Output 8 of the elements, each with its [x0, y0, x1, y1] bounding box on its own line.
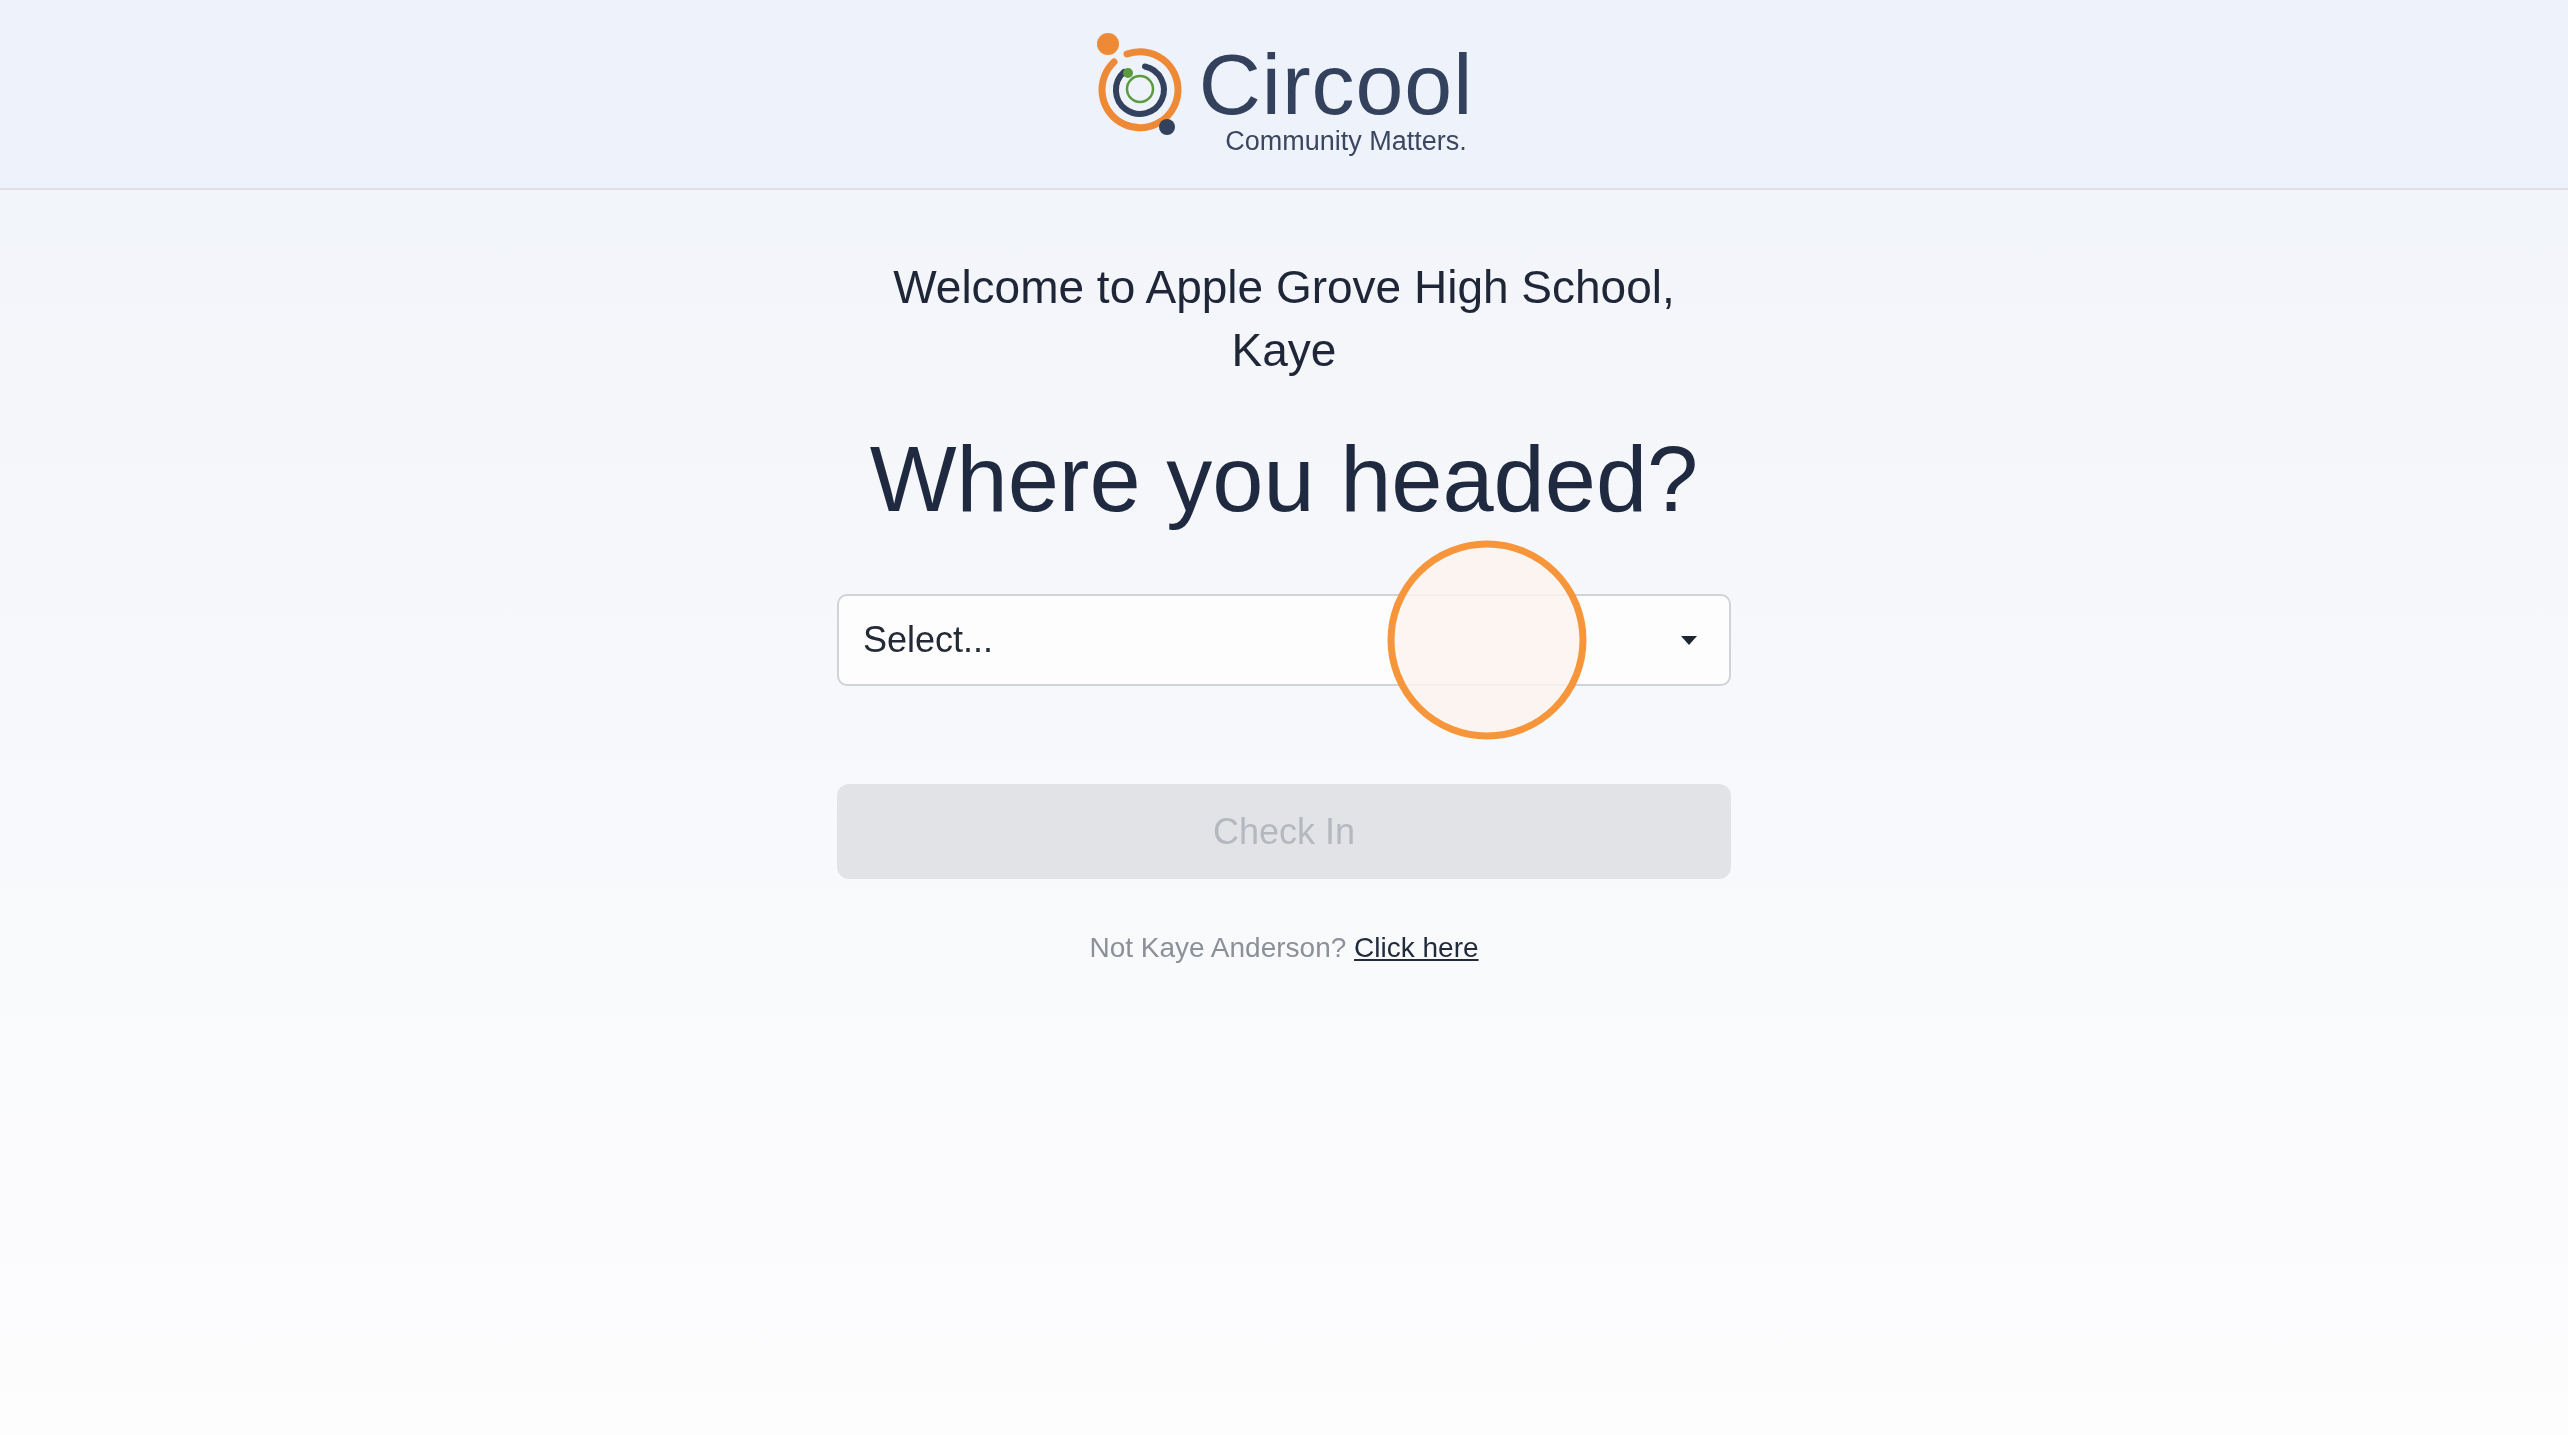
caret-icon — [1681, 635, 1697, 645]
switch-user-prompt: Not Kaye Anderson? — [1089, 932, 1347, 963]
brand-tagline: Community Matters. — [1225, 126, 1467, 157]
welcome-heading: Welcome to Apple Grove High School, Kaye — [892, 260, 1676, 378]
brand-name: Circool — [1198, 40, 1474, 127]
question-heading: Where you headed? — [869, 427, 1699, 532]
click-here-link[interactable]: Click here — [1354, 932, 1479, 963]
click-ring-icon — [1387, 540, 1587, 740]
